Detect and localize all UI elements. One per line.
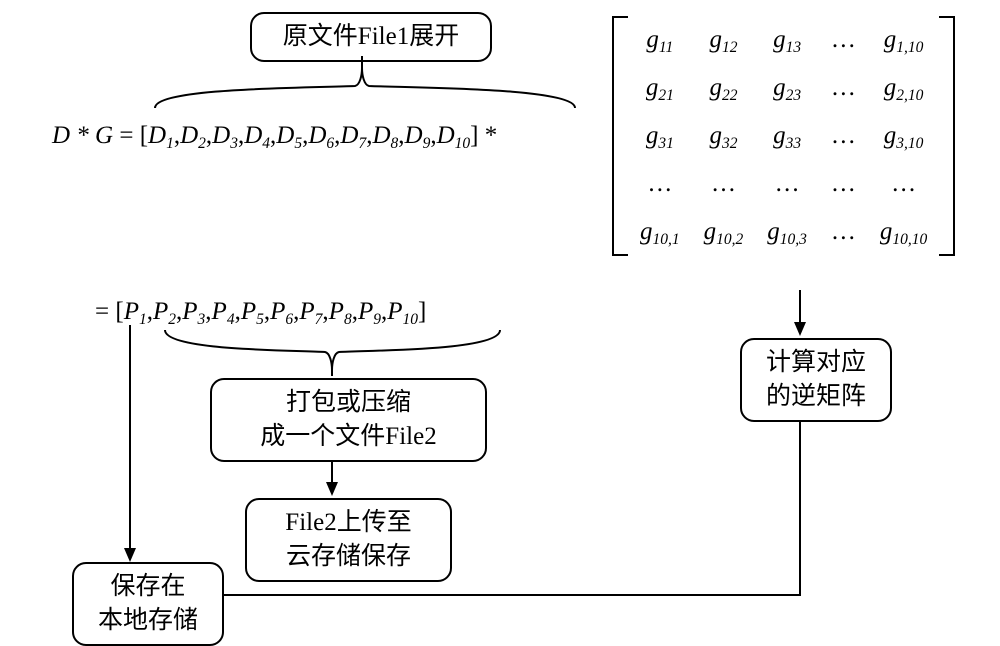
p-term: P	[358, 298, 373, 325]
eq-equals-1: =	[119, 122, 139, 149]
matrix-cell: …	[692, 160, 756, 208]
box-upload: File2上传至 云存储保存	[245, 498, 452, 582]
matrix-cell: g22	[692, 64, 756, 112]
matrix-cell: g33	[755, 112, 819, 160]
p-sub: 6	[285, 311, 293, 328]
matrix-cell: g10,10	[868, 208, 939, 256]
p-sub: 5	[256, 311, 264, 328]
d-sub: 2	[198, 135, 206, 152]
d-term: D	[340, 122, 358, 149]
matrix-cell: g1,10	[868, 16, 939, 64]
d-sub: 10	[455, 135, 471, 152]
d-term: D	[308, 122, 326, 149]
p-term: P	[153, 298, 168, 325]
eq-lhs: D * G	[52, 122, 113, 149]
p-sub: 1	[139, 311, 147, 328]
eq-close-2: ]	[418, 298, 426, 325]
matrix-cell: …	[819, 64, 868, 112]
d-sub: 4	[262, 135, 270, 152]
eq-open-1: [	[140, 122, 148, 149]
d-term: D	[148, 122, 166, 149]
d-sub: 9	[423, 135, 431, 152]
p-sub: 7	[315, 311, 323, 328]
d-sub: 6	[326, 135, 334, 152]
d-term: D	[180, 122, 198, 149]
matrix-left-bracket	[612, 16, 628, 256]
matrix-cell: g13	[755, 16, 819, 64]
brace-top-right	[362, 68, 575, 108]
d-sub: 8	[391, 135, 399, 152]
matrix-cell: …	[819, 16, 868, 64]
matrix-cell: g10,3	[755, 208, 819, 256]
matrix-cell: g2,10	[868, 64, 939, 112]
p-sub: 4	[227, 311, 235, 328]
p-sub: 2	[168, 311, 176, 328]
box-inverse-l1: 计算对应	[766, 349, 866, 376]
arrow-pack-to-upload-head	[326, 482, 338, 496]
p-term: P	[299, 298, 314, 325]
d-term: D	[405, 122, 423, 149]
box-pack: 打包或压缩 成一个文件File2	[210, 378, 487, 462]
box-local-l1: 保存在	[110, 573, 185, 600]
equation-line-1: D * G = [D1,D2,D3,D4,D5,D6,D7,D8,D9,D10]…	[52, 122, 497, 150]
matrix-cell: …	[755, 160, 819, 208]
d-sub: 3	[230, 135, 238, 152]
box-pack-l2: 成一个文件File2	[260, 423, 436, 450]
d-sub: 7	[358, 135, 366, 152]
brace-bottom-right	[332, 330, 500, 370]
box-local: 保存在 本地存储	[72, 562, 224, 646]
matrix-cell: …	[628, 160, 692, 208]
d-term: D	[437, 122, 455, 149]
box-inverse: 计算对应 的逆矩阵	[740, 338, 892, 422]
matrix-cell: g10,1	[628, 208, 692, 256]
p-sub: 9	[373, 311, 381, 328]
box-inverse-l2: 的逆矩阵	[766, 383, 866, 410]
p-term: P	[241, 298, 256, 325]
box-local-l2: 本地存储	[98, 607, 198, 634]
matrix-cell: g32	[692, 112, 756, 160]
d-term: D	[276, 122, 294, 149]
p-term: P	[329, 298, 344, 325]
brace-top-left	[155, 68, 362, 108]
matrix-cell: …	[819, 160, 868, 208]
matrix-cell: g23	[755, 64, 819, 112]
d-term: D	[372, 122, 390, 149]
box-upload-l2: 云存储保存	[286, 543, 411, 570]
matrix-cell: …	[868, 160, 939, 208]
matrix-table: g11g12g13…g1,10g21g22g23…g2,10g31g32g33……	[628, 16, 939, 256]
d-term: D	[244, 122, 262, 149]
brace-bottom-left	[165, 330, 332, 370]
p-sub: 10	[403, 311, 419, 328]
arrow-p1-to-local-head	[124, 548, 136, 562]
arrow-matrix-to-inverse-head	[794, 322, 806, 336]
matrix-cell: g3,10	[868, 112, 939, 160]
matrix-cell: …	[819, 208, 868, 256]
matrix-right-bracket	[939, 16, 955, 256]
p-term: P	[270, 298, 285, 325]
matrix-cell: g11	[628, 16, 692, 64]
matrix-cell: g12	[692, 16, 756, 64]
d-sub: 1	[166, 135, 174, 152]
g-matrix: g11g12g13…g1,10g21g22g23…g2,10g31g32g33……	[612, 16, 955, 256]
d-sub: 5	[294, 135, 302, 152]
matrix-cell: g21	[628, 64, 692, 112]
box-upload-l1: File2上传至	[285, 509, 411, 536]
matrix-cell: g10,2	[692, 208, 756, 256]
matrix-cell: …	[819, 112, 868, 160]
eq-open-2: [	[115, 298, 123, 325]
box-pack-l1: 打包或压缩	[286, 389, 411, 416]
eq-star: *	[485, 122, 498, 149]
p-sub: 3	[198, 311, 206, 328]
eq-close-1: ]	[470, 122, 478, 149]
p-term: P	[182, 298, 197, 325]
p-term: P	[212, 298, 227, 325]
equation-line-2: = [P1,P2,P3,P4,P5,P6,P7,P8,P9,P10]	[95, 298, 426, 326]
matrix-cell: g31	[628, 112, 692, 160]
eq-equals-2: =	[95, 298, 115, 325]
p-term: P	[124, 298, 139, 325]
d-term: D	[212, 122, 230, 149]
p-term: P	[387, 298, 402, 325]
p-sub: 8	[344, 311, 352, 328]
